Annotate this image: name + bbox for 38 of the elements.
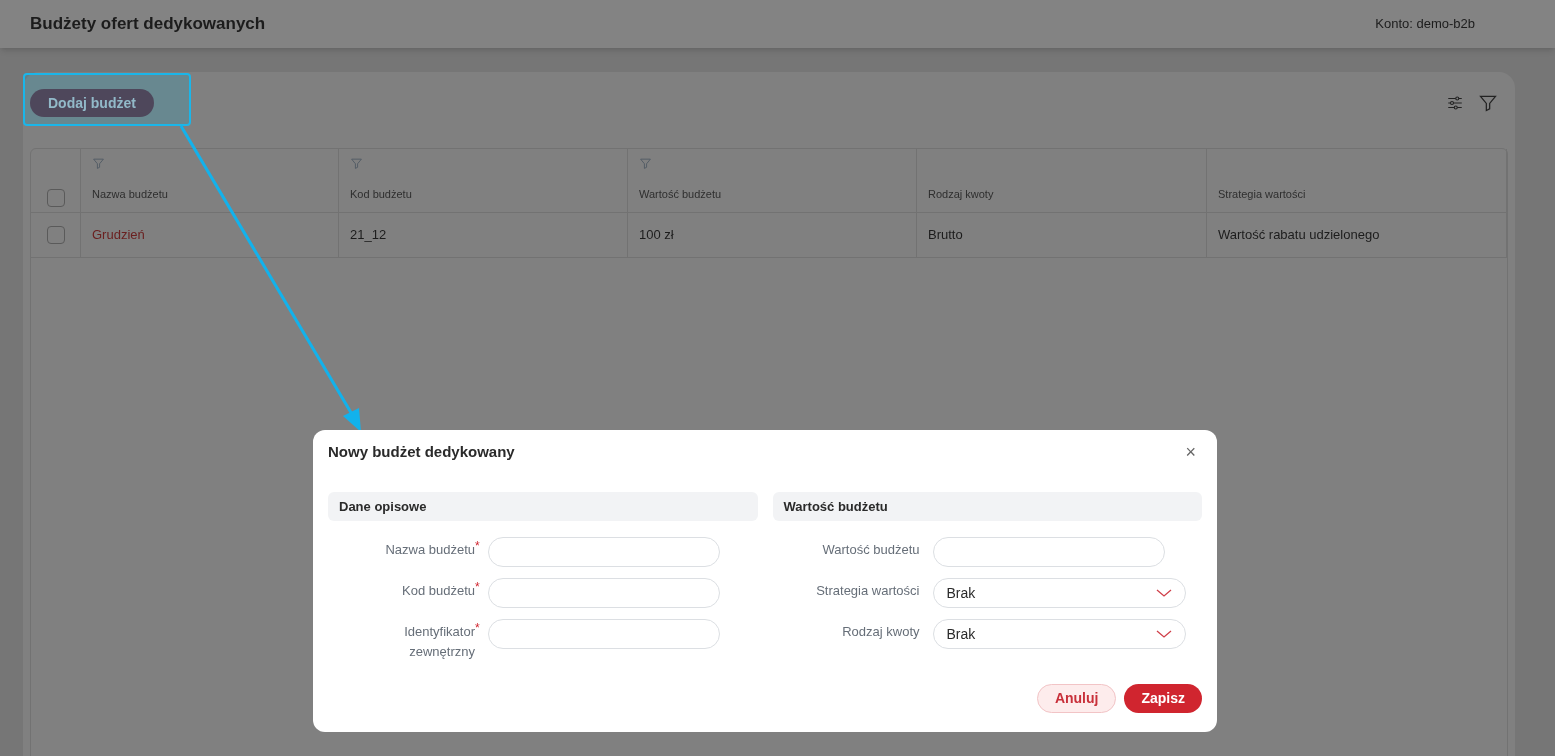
required-mark: * — [475, 579, 481, 596]
column-header: Strategia wartości — [1218, 186, 1307, 202]
field-label: Kod budżetu — [401, 582, 475, 600]
table-cell-text: Wartość rabatu udzielonego — [1218, 226, 1380, 245]
chevron-down-icon — [1155, 629, 1172, 639]
required-mark: * — [475, 538, 481, 555]
section-title: Dane opisowe — [339, 497, 427, 516]
field-label: Wartość budżetu — [821, 541, 920, 559]
column-header: Nazwa budżetu — [92, 186, 169, 202]
column-header: Rodzaj kwoty — [928, 186, 995, 202]
table-cell-text: 100 zł — [639, 226, 674, 245]
filter-icon[interactable] — [1478, 93, 1498, 113]
add-budget-button[interactable]: Dodaj budżet — [30, 89, 154, 117]
section-title: Wartość budżetu — [783, 497, 888, 516]
chevron-down-icon — [1155, 588, 1172, 598]
select-all-checkbox[interactable] — [46, 189, 65, 207]
column-header: Kod budżetu — [350, 186, 413, 202]
account-label: Konto: demo-b2b — [1375, 15, 1475, 34]
column-header: Wartość budżetu — [639, 186, 723, 202]
field-label: Strategia wartości — [815, 582, 920, 600]
text-field[interactable] — [488, 537, 720, 567]
table-cell-text: 21_12 — [350, 226, 387, 245]
required-mark: * — [475, 620, 481, 637]
budget-name-link[interactable]: Grudzień — [92, 225, 145, 245]
text-field[interactable] — [932, 537, 1165, 567]
page-title: Budżety ofert dedykowanych — [30, 13, 266, 36]
row-checkbox[interactable] — [46, 226, 65, 244]
dialog-title: Nowy budżet dedykowany — [328, 441, 515, 462]
cancel-button[interactable]: Anuluj — [1036, 684, 1117, 713]
close-button[interactable]: × — [1185, 443, 1196, 461]
text-field[interactable] — [488, 578, 720, 608]
field-label: Nazwa budżetu — [384, 541, 475, 559]
table-cell-text: Brutto — [928, 226, 963, 245]
field-label: Identyfikator zewnętrzny — [403, 623, 475, 661]
text-field[interactable] — [488, 619, 720, 649]
settings-sliders-icon[interactable] — [1446, 94, 1464, 112]
save-button[interactable]: Zapisz — [1124, 684, 1202, 713]
field-label: Rodzaj kwoty — [841, 623, 920, 641]
